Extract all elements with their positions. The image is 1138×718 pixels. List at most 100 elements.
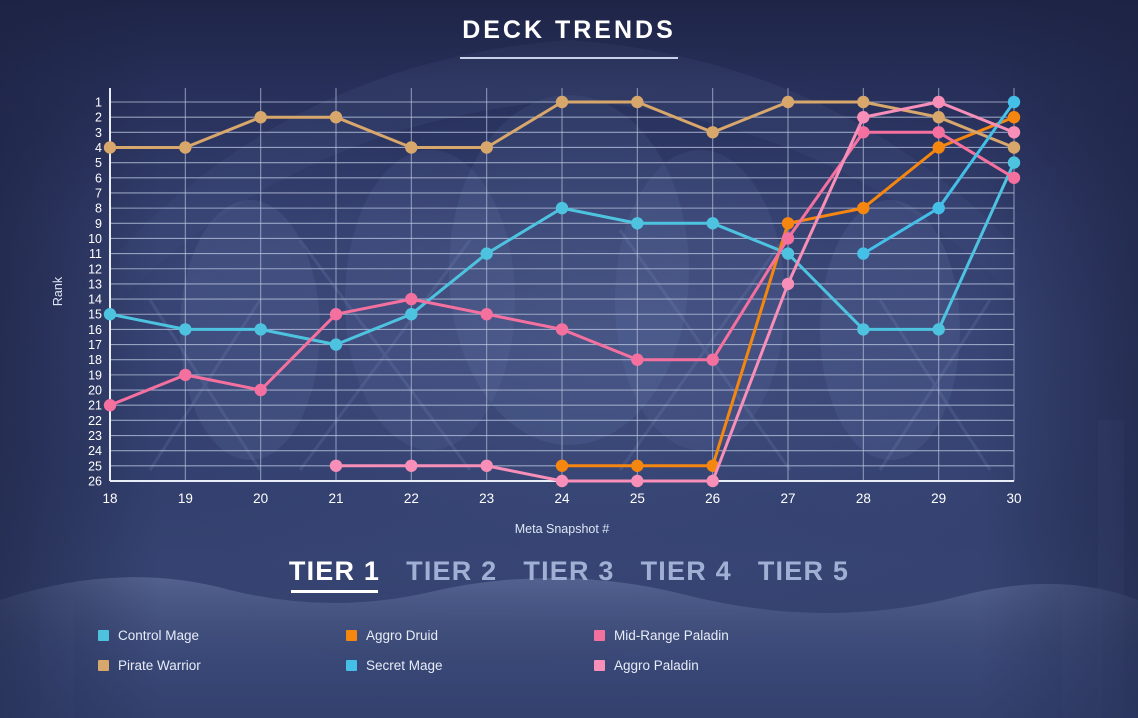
tier-tab-2[interactable]: TIER 2 — [406, 556, 497, 593]
chart-tick-labels: 1234567891011121314151617181920212223242… — [88, 96, 1021, 507]
legend-label: Control Mage — [118, 627, 200, 643]
legend-swatch-icon — [594, 629, 605, 641]
data-point[interactable] — [555, 459, 569, 472]
data-point[interactable] — [1007, 111, 1021, 124]
legend-item-control-mage[interactable]: Control Mage — [98, 620, 346, 650]
data-point[interactable] — [555, 323, 569, 336]
data-point[interactable] — [932, 111, 945, 124]
data-point[interactable] — [179, 323, 192, 336]
data-point[interactable] — [932, 323, 945, 336]
data-point[interactable] — [706, 217, 719, 230]
y-axis-title: Rank — [51, 276, 65, 306]
data-point[interactable] — [631, 95, 644, 109]
data-point[interactable] — [631, 474, 644, 488]
data-point[interactable] — [329, 459, 343, 472]
data-point[interactable] — [631, 353, 644, 366]
data-point[interactable] — [631, 459, 644, 472]
data-point[interactable] — [405, 308, 418, 321]
data-point[interactable] — [480, 141, 493, 154]
data-point[interactable] — [781, 217, 795, 230]
data-point[interactable] — [1007, 171, 1021, 184]
data-point[interactable] — [631, 217, 644, 230]
y-tick-label: 9 — [95, 217, 102, 231]
data-point[interactable] — [254, 111, 267, 124]
y-tick-label: 14 — [88, 293, 102, 307]
data-point[interactable] — [1007, 126, 1021, 139]
legend-item-mid-range-paladin[interactable]: Mid-Range Paladin — [594, 620, 842, 650]
data-point[interactable] — [706, 126, 719, 139]
tier-tab-3[interactable]: TIER 3 — [523, 556, 614, 593]
y-tick-label: 2 — [95, 111, 102, 125]
data-point[interactable] — [857, 201, 870, 215]
data-point[interactable] — [179, 141, 192, 154]
x-tick-label: 27 — [780, 491, 795, 506]
x-tick-label: 26 — [705, 491, 720, 506]
y-tick-label: 7 — [95, 186, 102, 200]
data-point[interactable] — [103, 308, 117, 321]
data-point[interactable] — [1007, 141, 1021, 154]
data-point[interactable] — [932, 126, 945, 139]
data-point[interactable] — [480, 247, 493, 260]
data-point[interactable] — [329, 111, 343, 124]
data-point[interactable] — [555, 201, 569, 215]
tier-selector[interactable]: TIER 1 TIER 2 TIER 3 TIER 4 TIER 5 — [0, 556, 1138, 593]
x-tick-label: 22 — [404, 491, 419, 506]
data-point[interactable] — [405, 292, 418, 306]
y-tick-label: 15 — [88, 308, 102, 322]
data-point[interactable] — [857, 247, 870, 260]
chart-grid — [109, 88, 1015, 482]
data-point[interactable] — [480, 308, 493, 321]
legend-item-pirate-warrior[interactable]: Pirate Warrior — [98, 650, 346, 680]
legend-swatch-icon — [346, 629, 357, 641]
data-point[interactable] — [781, 247, 795, 260]
data-point[interactable] — [1007, 95, 1021, 109]
data-point[interactable] — [781, 277, 795, 291]
data-point[interactable] — [405, 141, 418, 154]
data-point[interactable] — [781, 95, 795, 109]
data-point[interactable] — [329, 308, 343, 321]
legend-swatch-icon — [346, 659, 357, 671]
data-point[interactable] — [103, 141, 117, 154]
x-tick-label: 28 — [856, 491, 871, 506]
legend-label: Aggro Paladin — [614, 657, 699, 673]
y-tick-label: 1 — [95, 96, 102, 110]
data-point[interactable] — [1007, 156, 1021, 169]
data-point[interactable] — [254, 323, 267, 336]
x-tick-label: 30 — [1006, 491, 1021, 506]
y-tick-label: 19 — [88, 368, 102, 382]
data-point[interactable] — [857, 323, 870, 336]
data-point[interactable] — [555, 95, 569, 109]
legend-label: Mid-Range Paladin — [614, 627, 729, 643]
data-point[interactable] — [932, 95, 945, 109]
x-tick-label: 18 — [102, 491, 117, 506]
data-point[interactable] — [706, 474, 719, 488]
page-title: DECK TRENDS — [462, 16, 676, 44]
series-aggro-paladin — [329, 95, 1021, 488]
tier-tab-1[interactable]: TIER 1 — [289, 556, 380, 593]
y-tick-label: 5 — [95, 156, 102, 170]
data-point[interactable] — [706, 353, 719, 366]
data-point[interactable] — [179, 368, 192, 382]
data-point[interactable] — [857, 95, 870, 109]
page-title-block: DECK TRENDS — [0, 16, 1138, 59]
data-point[interactable] — [329, 338, 343, 351]
data-point[interactable] — [405, 459, 418, 472]
y-tick-label: 4 — [95, 141, 102, 155]
data-point[interactable] — [555, 474, 569, 488]
x-tick-label: 23 — [479, 491, 494, 506]
y-tick-label: 23 — [88, 429, 102, 443]
data-point[interactable] — [857, 111, 870, 124]
data-point[interactable] — [932, 141, 945, 154]
data-point[interactable] — [781, 232, 795, 245]
tier-tab-4[interactable]: TIER 4 — [641, 556, 732, 593]
data-point[interactable] — [932, 201, 945, 215]
data-point[interactable] — [254, 383, 267, 397]
legend-item-secret-mage[interactable]: Secret Mage — [346, 650, 594, 680]
legend-item-aggro-paladin[interactable]: Aggro Paladin — [594, 650, 842, 680]
legend-swatch-icon — [98, 629, 109, 641]
data-point[interactable] — [103, 399, 117, 412]
y-tick-label: 25 — [88, 459, 102, 473]
data-point[interactable] — [480, 459, 493, 472]
tier-tab-5[interactable]: TIER 5 — [758, 556, 849, 593]
legend-item-aggro-druid[interactable]: Aggro Druid — [346, 620, 594, 650]
